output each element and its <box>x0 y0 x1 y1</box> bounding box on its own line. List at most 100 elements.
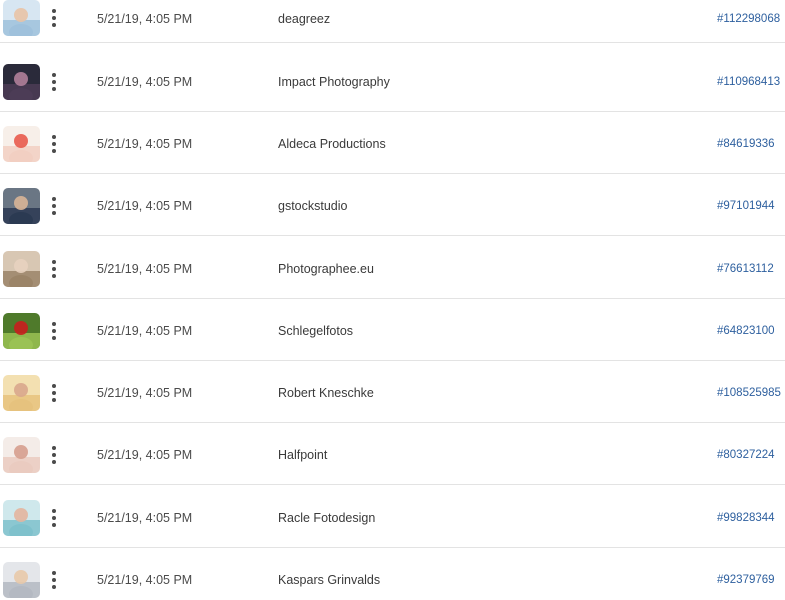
thumbnail-image[interactable] <box>3 126 40 162</box>
thumbnail-image[interactable] <box>3 0 40 36</box>
asset-id-link[interactable]: #108525985 <box>717 387 781 399</box>
family-photo-icon <box>3 375 40 411</box>
asset-id-link[interactable]: #99828344 <box>717 512 775 524</box>
list-item: 5/21/19, 4:05 PM Schlegelfotos #64823100 <box>0 299 785 361</box>
dot <box>52 135 56 139</box>
contributor-name: Robert Kneschke <box>278 386 374 400</box>
dot <box>52 446 56 450</box>
license-history-list: 5/21/19, 4:05 PM deagreez #112298068 5/21/1… <box>0 0 785 600</box>
dot <box>52 460 56 464</box>
dot <box>52 211 56 215</box>
dot <box>52 87 56 91</box>
more-options-icon[interactable] <box>47 66 61 98</box>
dot <box>52 516 56 520</box>
dot <box>52 523 56 527</box>
license-date: 5/21/19, 4:05 PM <box>97 573 193 587</box>
license-date: 5/21/19, 4:05 PM <box>97 137 193 151</box>
woman-sofa-photo-icon <box>3 500 40 536</box>
dot <box>52 204 56 208</box>
dot <box>52 398 56 402</box>
list-item: 5/21/19, 4:05 PM Photographee.eu #76613112 <box>0 237 785 299</box>
list-item: 5/21/19, 4:05 PM Robert Kneschke #10852598… <box>0 361 785 423</box>
contributor-name: Aldeca Productions <box>278 137 386 151</box>
dot <box>52 336 56 340</box>
business-people-photo-icon <box>3 188 40 224</box>
asset-id-link[interactable]: #64823100 <box>717 325 775 337</box>
license-date: 5/21/19, 4:05 PM <box>97 199 193 213</box>
more-options-icon[interactable] <box>47 253 61 285</box>
contributor-name: Halfpoint <box>278 448 328 462</box>
list-item: 5/21/19, 4:05 PM Kaspars Grinvalds #923797… <box>0 548 785 600</box>
dot <box>52 509 56 513</box>
list-item: 5/21/19, 4:05 PM Racle Fotodesign #9982834… <box>0 486 785 548</box>
dot <box>52 142 56 146</box>
license-date: 5/21/19, 4:05 PM <box>97 12 193 26</box>
more-options-icon[interactable] <box>47 315 61 347</box>
asset-id-link[interactable]: #76613112 <box>717 263 774 275</box>
dot <box>52 329 56 333</box>
dot <box>52 73 56 77</box>
more-options-icon[interactable] <box>47 502 61 534</box>
dot <box>52 23 56 27</box>
asset-id-link[interactable]: #112298068 <box>717 13 780 25</box>
dot <box>52 16 56 20</box>
list-item: 5/21/19, 4:05 PM Impact Photography #11096… <box>0 50 785 112</box>
thumbnail-image[interactable] <box>3 562 40 598</box>
dot <box>52 391 56 395</box>
list-item: 5/21/19, 4:05 PM gstockstudio #97101944 <box>0 174 785 236</box>
neck-pain-photo-icon <box>3 126 40 162</box>
thumbnail-image[interactable] <box>3 251 40 287</box>
license-date: 5/21/19, 4:05 PM <box>97 448 193 462</box>
thumbnail-image[interactable] <box>3 437 40 473</box>
list-item: 5/21/19, 4:05 PM Halfpoint #80327224 <box>0 423 785 485</box>
dot <box>52 384 56 388</box>
more-options-icon[interactable] <box>47 377 61 409</box>
contributor-name: Kaspars Grinvalds <box>278 573 381 587</box>
more-options-icon[interactable] <box>47 439 61 471</box>
thumbnail-image[interactable] <box>3 64 40 100</box>
dot <box>52 585 56 589</box>
dot <box>52 80 56 84</box>
contributor-name: Racle Fotodesign <box>278 511 376 525</box>
dark-photo-icon <box>3 64 40 100</box>
dot <box>52 571 56 575</box>
more-options-icon[interactable] <box>47 190 61 222</box>
dot <box>52 149 56 153</box>
license-date: 5/21/19, 4:05 PM <box>97 75 193 89</box>
contributor-name: gstockstudio <box>278 199 348 213</box>
woman-face-photo-icon <box>3 251 40 287</box>
contributor-name: Impact Photography <box>278 75 390 89</box>
hands-photo-icon <box>3 437 40 473</box>
license-date: 5/21/19, 4:05 PM <box>97 511 193 525</box>
dot <box>52 453 56 457</box>
contributor-name: deagreez <box>278 12 331 26</box>
thumbnail-image[interactable] <box>3 188 40 224</box>
asset-id-link[interactable]: #92379769 <box>717 574 775 586</box>
asset-id-link[interactable]: #80327224 <box>717 449 775 461</box>
dot <box>52 274 56 278</box>
dot <box>52 578 56 582</box>
dot <box>52 9 56 13</box>
dot <box>52 260 56 264</box>
more-options-icon[interactable] <box>47 2 61 34</box>
list-item: 5/21/19, 4:05 PM deagreez #112298068 <box>0 0 785 43</box>
dot <box>52 322 56 326</box>
more-options-icon[interactable] <box>47 128 61 160</box>
thumbnail-image[interactable] <box>3 313 40 349</box>
dot <box>52 197 56 201</box>
license-date: 5/21/19, 4:05 PM <box>97 262 193 276</box>
more-options-icon[interactable] <box>47 564 61 596</box>
thumbnail-image[interactable] <box>3 500 40 536</box>
asset-id-link[interactable]: #110968413 <box>717 76 780 88</box>
license-date: 5/21/19, 4:05 PM <box>97 324 193 338</box>
asset-id-link[interactable]: #84619336 <box>717 138 775 150</box>
thumbnail-image[interactable] <box>3 375 40 411</box>
dot <box>52 267 56 271</box>
license-date: 5/21/19, 4:05 PM <box>97 386 193 400</box>
list-item: 5/21/19, 4:05 PM Aldeca Productions #84619… <box>0 112 785 174</box>
forest-photo-icon <box>3 313 40 349</box>
contributor-name: Schlegelfotos <box>278 324 354 338</box>
asset-id-link[interactable]: #97101944 <box>717 200 775 212</box>
man-portrait-photo-icon <box>3 0 40 36</box>
woman-headache-photo-icon <box>3 562 40 598</box>
